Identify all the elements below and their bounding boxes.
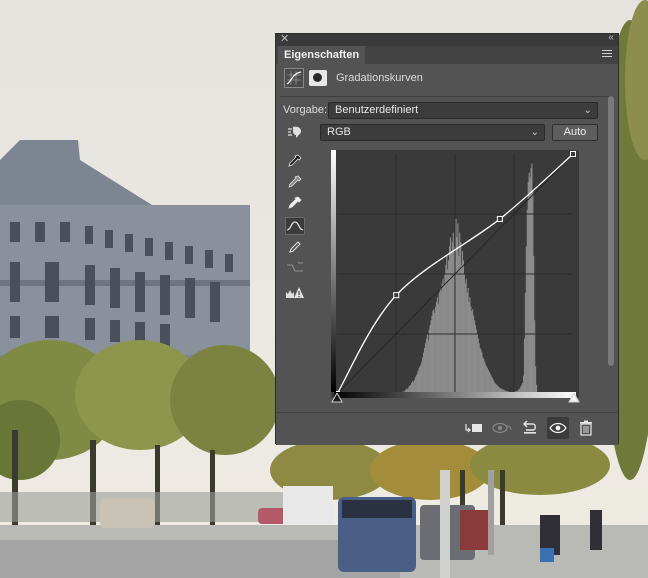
panel-topbar: ✕ ‹‹ bbox=[276, 32, 618, 46]
properties-panel: ✕ ‹‹ Eigenschaften Gradationskurven Vorg… bbox=[275, 32, 619, 445]
view-previous-state-icon[interactable] bbox=[491, 417, 513, 439]
draw-curve-pencil-icon[interactable] bbox=[285, 238, 305, 256]
collapse-icon[interactable]: ‹‹ bbox=[608, 32, 614, 43]
curves-adjustment-icon[interactable] bbox=[284, 68, 304, 88]
channel-value: RGB bbox=[327, 126, 351, 138]
curve-control-point[interactable] bbox=[570, 151, 576, 157]
preset-label: Vorgabe: bbox=[283, 104, 328, 116]
black-point-eyedropper-icon[interactable] bbox=[285, 152, 305, 170]
curves-graph[interactable] bbox=[331, 150, 579, 398]
channel-select[interactable]: RGB ⌄ bbox=[320, 124, 545, 141]
gray-point-eyedropper-icon[interactable] bbox=[285, 173, 305, 191]
close-icon[interactable]: ✕ bbox=[280, 32, 289, 45]
reset-icon[interactable] bbox=[519, 417, 541, 439]
smooth-curve-icon[interactable] bbox=[285, 259, 305, 277]
chevron-down-icon: ⌄ bbox=[530, 127, 539, 138]
clip-to-layer-icon[interactable] bbox=[463, 417, 485, 439]
toggle-visibility-eye-icon[interactable] bbox=[547, 417, 569, 439]
adjustment-title: Gradationskurven bbox=[336, 72, 423, 84]
edit-points-curve-icon[interactable] bbox=[285, 217, 305, 235]
panel-menu-icon[interactable] bbox=[602, 50, 612, 59]
output-gradient-horizontal bbox=[334, 392, 576, 398]
white-slider-handle[interactable] bbox=[568, 393, 580, 403]
layer-mask-icon[interactable] bbox=[309, 70, 327, 86]
panel-scrollbar[interactable] bbox=[608, 96, 614, 366]
auto-button[interactable]: Auto bbox=[552, 124, 598, 141]
black-slider-handle[interactable] bbox=[331, 393, 343, 403]
on-image-adjust-icon[interactable] bbox=[285, 123, 305, 141]
panel-tab-row: Eigenschaften bbox=[276, 46, 618, 64]
white-point-eyedropper-icon[interactable] bbox=[285, 194, 305, 212]
input-gradient-vertical bbox=[331, 150, 336, 392]
panel-bottom-bar bbox=[276, 412, 618, 445]
tab-properties[interactable]: Eigenschaften bbox=[278, 46, 366, 64]
clipping-warning-icon[interactable] bbox=[285, 284, 305, 302]
trash-icon[interactable] bbox=[575, 417, 597, 439]
curve-control-point[interactable] bbox=[393, 292, 400, 299]
preset-select[interactable]: Benutzerdefiniert ⌄ bbox=[328, 102, 598, 119]
preset-value: Benutzerdefiniert bbox=[335, 104, 419, 116]
curve-control-point[interactable] bbox=[496, 215, 503, 222]
chevron-down-icon: ⌄ bbox=[583, 105, 592, 116]
scrollbar-thumb[interactable] bbox=[608, 96, 614, 366]
adjustment-header: Gradationskurven bbox=[284, 68, 610, 90]
divider bbox=[280, 96, 614, 97]
